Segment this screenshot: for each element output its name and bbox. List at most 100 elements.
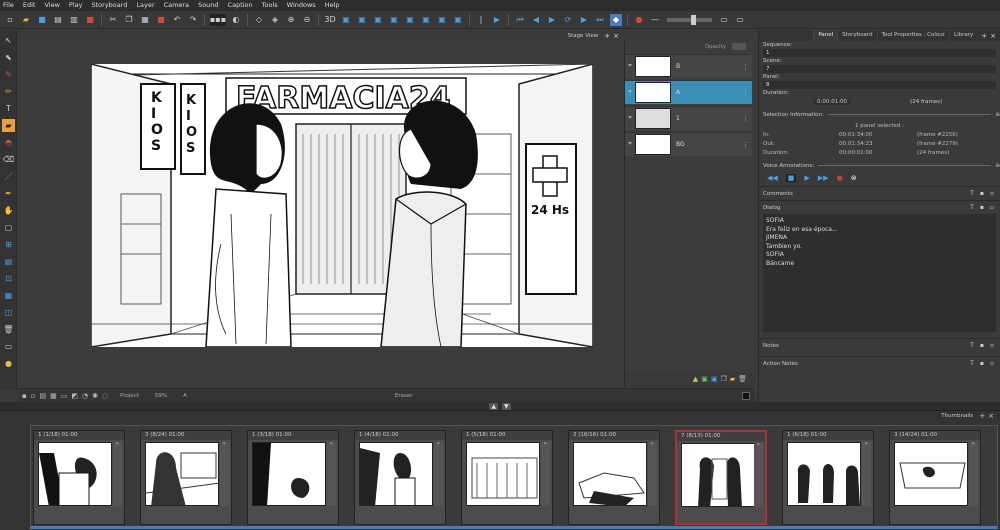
- first-frame-icon[interactable]: ⏮: [514, 14, 526, 26]
- import-icon[interactable]: ▤: [52, 14, 64, 26]
- volume-icon[interactable]: —: [649, 14, 661, 26]
- brush-icon[interactable]: ✎: [2, 68, 15, 81]
- paste-icon[interactable]: ▦: [139, 14, 151, 26]
- play-start-icon[interactable]: ▶: [491, 14, 503, 26]
- menu-windows[interactable]: Windows: [287, 0, 316, 11]
- text-icon[interactable]: T: [2, 102, 15, 115]
- tab-storyboard[interactable]: Storyboard: [837, 30, 876, 41]
- record-audio-icon[interactable]: ●: [633, 14, 645, 26]
- menu-sound[interactable]: Sound: [198, 0, 218, 11]
- paint-icon[interactable]: ◓: [2, 136, 15, 149]
- menu-caption[interactable]: Caption: [228, 0, 253, 11]
- prev-frame-icon[interactable]: ◀: [530, 14, 542, 26]
- thumbnail-panel[interactable]: 3 (14/24) 01:00 ❞: [889, 430, 981, 525]
- text-format-icon[interactable]: T: [970, 190, 974, 197]
- trash-icon[interactable]: 🗑: [2, 323, 15, 336]
- camera-rotate-icon[interactable]: ▣: [372, 14, 384, 26]
- thumbnail-panel[interactable]: 1 (3/18) 01:00 ❞: [247, 430, 339, 525]
- zoom-out-icon[interactable]: ⊖: [301, 14, 313, 26]
- camera-reset-icon[interactable]: ▣: [420, 14, 432, 26]
- dialog-section[interactable]: Dialog T ▪ ▫: [759, 200, 1000, 214]
- pencil-icon[interactable]: ✏: [2, 85, 15, 98]
- menu-help[interactable]: Help: [325, 0, 340, 11]
- grid-icon[interactable]: ⊡: [2, 272, 15, 285]
- thumbnail-panel[interactable]: 1 (6/18) 01:00 ❞: [782, 430, 874, 525]
- last-frame-icon[interactable]: ⏭: [594, 14, 606, 26]
- thumbnail-panel[interactable]: 1 (5/18) 01:00 ❞: [461, 430, 553, 525]
- comments-section[interactable]: Comments T ▪ ▫: [759, 186, 1000, 200]
- collapse-up-icon[interactable]: ▲: [489, 402, 498, 410]
- text-format-icon[interactable]: T: [970, 342, 974, 349]
- undo-icon[interactable]: ↶: [171, 14, 183, 26]
- loop-icon[interactable]: ⟳: [562, 14, 574, 26]
- layer-tool-icon[interactable]: ▤: [2, 255, 15, 268]
- camera-zoom-icon[interactable]: ▣: [388, 14, 400, 26]
- light-table-icon[interactable]: ▦: [2, 289, 15, 302]
- add-group-icon[interactable]: ▣: [711, 375, 718, 383]
- tab-tool-properties[interactable]: Tool Properties : Colour: [876, 30, 949, 41]
- maximize-icon[interactable]: +: [979, 412, 985, 420]
- menu-layer[interactable]: Layer: [136, 0, 154, 11]
- more-icon[interactable]: ▭: [734, 14, 746, 26]
- layer-row-1[interactable]: ❞ 1 ⋮: [625, 106, 752, 130]
- stage-view[interactable]: K I O S K I O S FARMACIA24 24 Hs: [18, 41, 623, 387]
- line-icon[interactable]: ／: [2, 170, 15, 183]
- rectangle-icon[interactable]: ▢: [2, 221, 15, 234]
- maximize-icon[interactable]: ▫: [990, 190, 994, 197]
- play-voice-icon[interactable]: ▶: [804, 174, 809, 182]
- layer-folder-icon[interactable]: ▰: [730, 375, 735, 383]
- expand-icon[interactable]: ▪: [980, 204, 984, 211]
- show-all-icon[interactable]: ▪▪▪: [210, 13, 226, 26]
- play-icon[interactable]: ▶: [546, 14, 558, 26]
- collapse-icon[interactable]: ⊖: [995, 163, 1000, 169]
- camera-view-icon[interactable]: ▣: [452, 14, 464, 26]
- action-notes-section[interactable]: Action Notes T ▪ ▫: [759, 356, 1000, 370]
- export-icon[interactable]: ▥: [68, 14, 80, 26]
- thumbnail-panel[interactable]: 3 (8/24) 01:00 ❞: [140, 430, 232, 525]
- next-frame-icon[interactable]: ▶: [578, 14, 590, 26]
- forward-icon[interactable]: ▶▶: [818, 174, 829, 182]
- select-icon[interactable]: ↖: [2, 34, 15, 47]
- light-icon[interactable]: ✺: [92, 392, 98, 400]
- expand-icon[interactable]: ▪: [980, 342, 984, 349]
- camera-keyframe-icon[interactable]: ▣: [404, 14, 416, 26]
- add-vector-layer-icon[interactable]: ▲: [693, 375, 698, 383]
- maximize-icon[interactable]: +: [604, 32, 610, 40]
- safe-area-icon[interactable]: ▭: [61, 392, 68, 400]
- layer-row-a[interactable]: ❞ A ⋮: [625, 80, 752, 104]
- maximize-icon[interactable]: ▫: [990, 342, 994, 349]
- transform-icon[interactable]: ⬉: [2, 51, 15, 64]
- ink-icon[interactable]: ✒: [2, 187, 15, 200]
- menu-file[interactable]: File: [3, 0, 14, 11]
- overlay-icon[interactable]: ◩: [71, 392, 78, 400]
- text-format-icon[interactable]: T: [970, 204, 974, 211]
- collapse-icon[interactable]: ⊖: [995, 112, 1000, 118]
- eraser-icon[interactable]: ▰: [2, 119, 15, 132]
- opacity-slider[interactable]: [732, 43, 746, 50]
- layer-options-icon[interactable]: ⋮: [742, 89, 752, 97]
- maximize-icon[interactable]: ▫: [990, 360, 994, 367]
- menu-storyboard[interactable]: Storyboard: [91, 0, 127, 11]
- record-voice-icon[interactable]: ●: [837, 174, 843, 182]
- thumbnail-strip[interactable]: 1 (1/18) 01:00 ❞ 3 (8/24) 01:00 ❞ 1 (3/1…: [30, 425, 998, 529]
- menu-view[interactable]: View: [44, 0, 59, 11]
- zoom-level[interactable]: 59%: [155, 393, 167, 399]
- layer-visibility-icon[interactable]: ❞: [625, 89, 635, 97]
- layer-row-b[interactable]: ❞ B ⋮: [625, 54, 752, 78]
- menu-edit[interactable]: Edit: [23, 0, 36, 11]
- clear-voice-icon[interactable]: ⊗: [851, 174, 857, 182]
- side-view-icon[interactable]: ▤: [40, 392, 47, 400]
- redo-icon[interactable]: ↷: [187, 14, 199, 26]
- expand-icon[interactable]: ▪: [980, 190, 984, 197]
- open-icon[interactable]: ▰: [20, 14, 32, 26]
- hand-icon[interactable]: ✋: [2, 204, 15, 217]
- text-format-icon[interactable]: T: [970, 360, 974, 367]
- view-mode[interactable]: Project: [120, 393, 139, 399]
- collapse-down-icon[interactable]: ▼: [502, 402, 511, 410]
- delete-layer-icon[interactable]: 🗑: [738, 375, 747, 383]
- menu-tools[interactable]: Tools: [262, 0, 278, 11]
- tab-panel[interactable]: Panel: [813, 30, 838, 41]
- camera-tool-icon[interactable]: ⊞: [2, 238, 15, 251]
- cutter-icon[interactable]: ⌫: [2, 153, 15, 166]
- 3d-icon[interactable]: 3D: [324, 14, 336, 26]
